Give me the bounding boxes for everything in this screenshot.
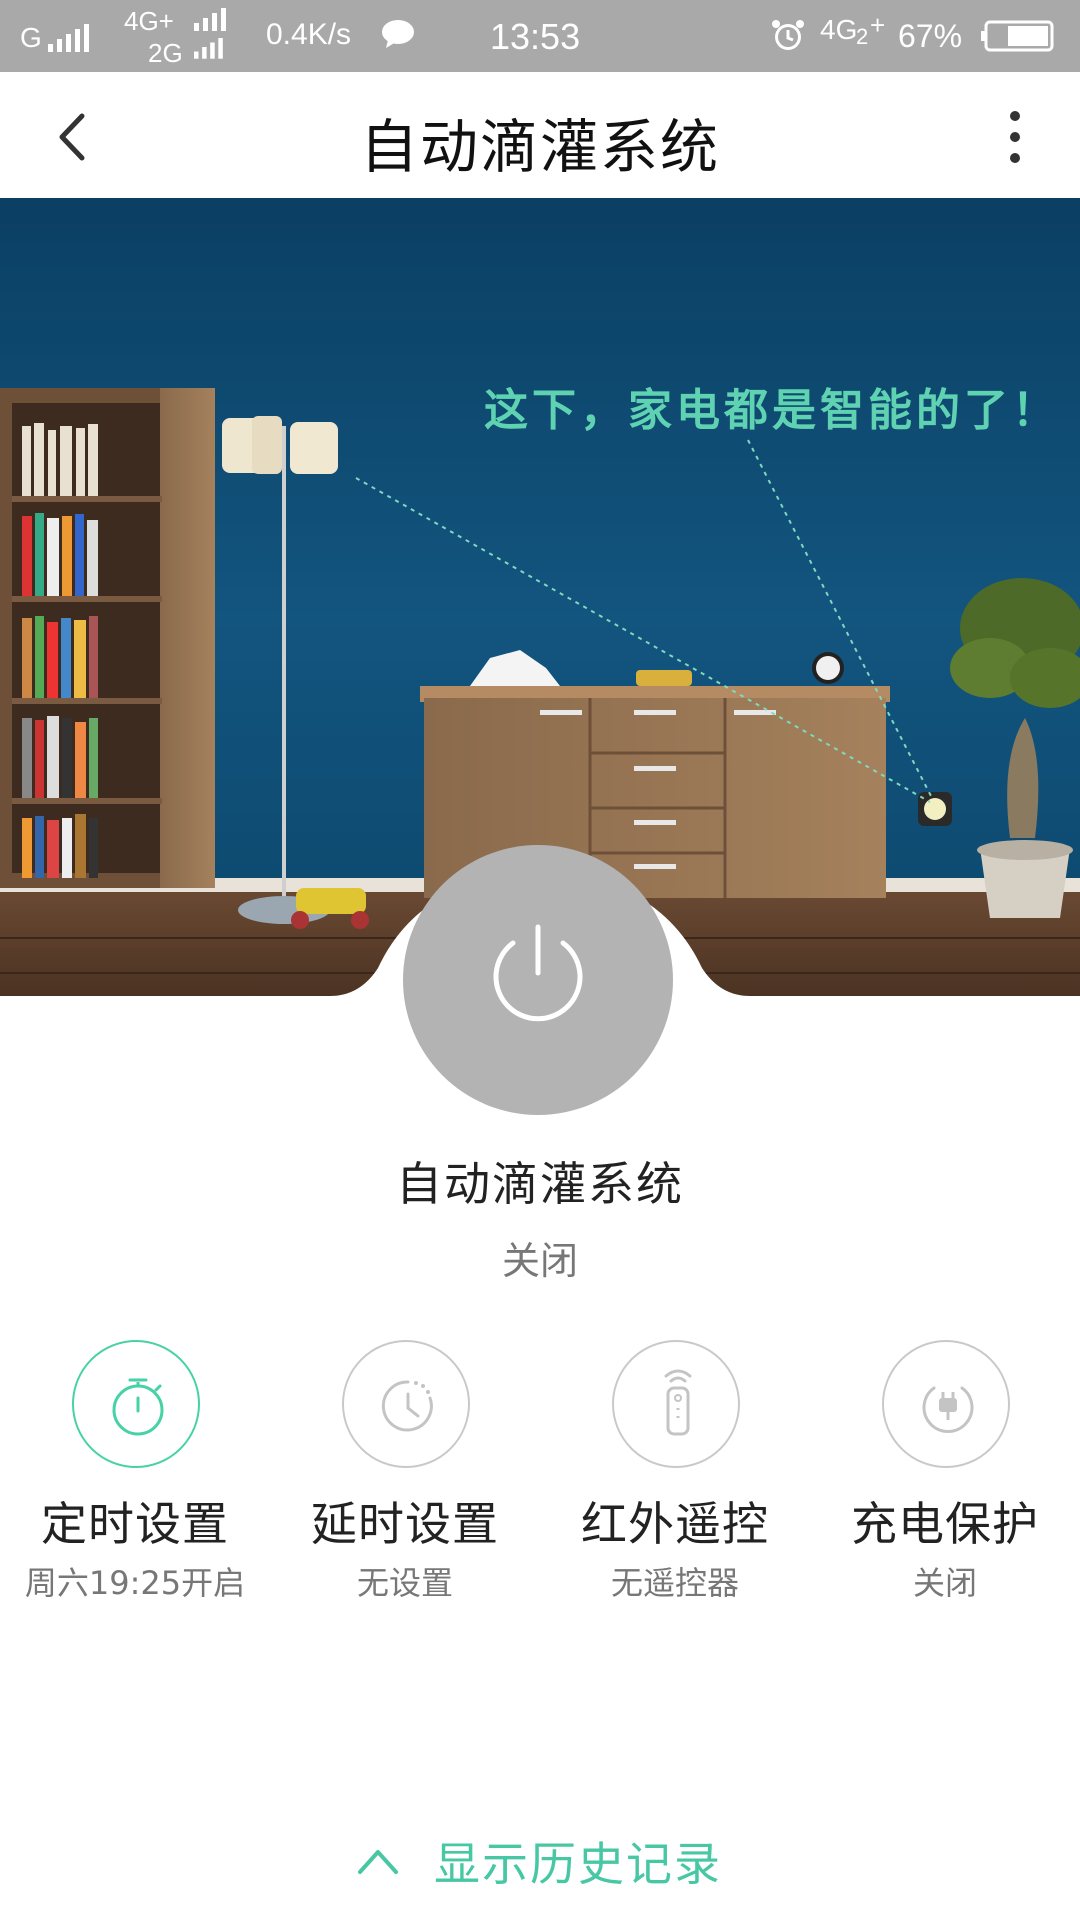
page-title: 自动滴灌系统 <box>359 113 720 181</box>
more-vertical-icon <box>1010 111 1020 163</box>
stopwatch-icon <box>112 1378 164 1436</box>
signal-icon <box>194 38 223 59</box>
battery-icon <box>980 20 1056 59</box>
battery-percent: 67% <box>898 18 963 54</box>
network-plus: + <box>870 10 886 40</box>
device-state: 关闭 <box>501 1239 578 1283</box>
hero-slogan: 这下，家电都是智能的了！ <box>484 385 1060 436</box>
feature-remote[interactable]: 红外遥控 无遥控器 <box>540 1340 810 1602</box>
feature-status: 无设置 <box>356 1564 453 1602</box>
charge-protect-button[interactable] <box>882 1340 1010 1468</box>
feature-charge-protect[interactable]: 充电保护 关闭 <box>810 1340 1080 1602</box>
remote-button[interactable] <box>612 1340 740 1468</box>
network-sub: 2 <box>856 24 869 49</box>
feature-delay[interactable]: 延时设置 无设置 <box>270 1340 540 1602</box>
clock-icon <box>381 1380 433 1432</box>
plug-icon <box>922 1386 974 1433</box>
delay-button[interactable] <box>342 1340 470 1468</box>
show-history-button[interactable]: 显示历史记录 <box>340 1820 760 1900</box>
power-icon <box>493 924 583 1022</box>
chevron-up-icon <box>358 1850 398 1874</box>
feature-label: 定时设置 <box>41 1497 229 1551</box>
feature-status: 周六19:25开启 <box>24 1564 246 1602</box>
feature-label: 充电保护 <box>851 1497 1039 1551</box>
alarm-icon <box>770 18 806 59</box>
remote-icon <box>664 1369 692 1436</box>
clock-time: 13:53 <box>490 16 581 57</box>
timer-button[interactable] <box>72 1340 200 1468</box>
status-bar: G 4G+ 2G 0.4K/s 13:53 4G 2 + 67% <box>0 0 1080 72</box>
power-button[interactable] <box>403 845 673 1115</box>
network-speed: 0.4K/s <box>266 18 352 51</box>
feature-status: 无遥控器 <box>610 1564 739 1602</box>
signal-icon <box>194 8 226 31</box>
feature-timer[interactable]: 定时设置 周六19:25开启 <box>0 1340 270 1602</box>
more-button[interactable] <box>990 102 1040 172</box>
app-header: 自动滴灌系统 <box>0 72 1080 198</box>
carrier2-bottom-label: 2G <box>148 38 183 68</box>
chat-icon <box>380 18 416 55</box>
feature-status: 关闭 <box>912 1564 977 1602</box>
show-history-label: 显示历史记录 <box>434 1837 722 1891</box>
feature-label: 红外遥控 <box>581 1497 769 1551</box>
device-name: 自动滴灌系统 <box>396 1157 684 1211</box>
network-type: 4G <box>820 14 858 45</box>
feature-label: 延时设置 <box>311 1497 499 1551</box>
carrier1-label: G <box>20 22 42 53</box>
carrier2-top-label: 4G+ <box>124 6 174 36</box>
signal-icon <box>48 24 89 52</box>
